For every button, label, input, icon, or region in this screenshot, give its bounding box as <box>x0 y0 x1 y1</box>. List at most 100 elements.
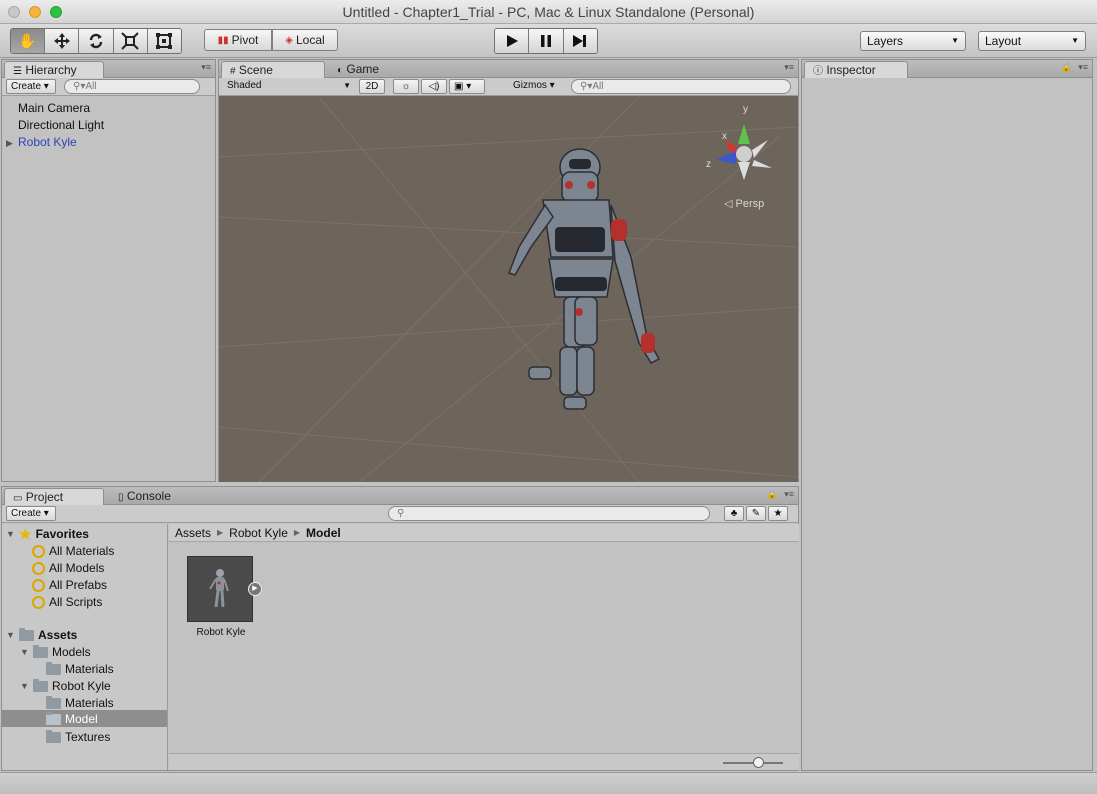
expand-arrow-icon: ▼ <box>20 647 29 657</box>
minimize-window-button[interactable] <box>29 6 41 18</box>
expand-arrow-icon: ▼ <box>20 681 29 691</box>
layout-dropdown[interactable]: Layout ▼ <box>978 31 1086 51</box>
tree-item-robot-kyle[interactable]: ▼ Robot Kyle <box>20 678 111 694</box>
star-icon: ★ <box>773 508 783 519</box>
hierarchy-panel: ☰ Hierarchy ▾≡ Create ▾ ⚲▾All Main Camer… <box>1 59 216 482</box>
hierarchy-item-robot-kyle[interactable]: Robot Kyle <box>18 135 77 149</box>
project-tree: ▼ ★ Favorites All Materials All Models All… <box>2 524 168 770</box>
scale-tool-button[interactable] <box>113 29 148 53</box>
move-icon <box>53 33 70 49</box>
tree-item-all-materials[interactable]: All Materials <box>32 543 114 559</box>
tab-hierarchy[interactable]: ☰ Hierarchy <box>4 61 104 78</box>
tree-item-all-prefabs[interactable]: All Prefabs <box>32 577 107 593</box>
scene-tabbar: # Scene ◐ Game ▾≡ <box>219 60 798 78</box>
folder-icon <box>33 644 48 658</box>
scene-panel: # Scene ◐ Game ▾≡ Shaded ▼ 2D ☼ ◁) ▣ ▾ Gi… <box>218 59 799 482</box>
project-subbar: Create ▾ ⚲ ♣ ✎ ★ <box>2 505 798 523</box>
panel-menu-icon[interactable]: ▾≡ <box>1078 62 1088 73</box>
rect-tool-button[interactable] <box>147 29 181 53</box>
search-icon: ⚲ <box>397 508 405 519</box>
filter-type-button[interactable]: ♣ <box>724 506 744 521</box>
scene-search-input[interactable]: ⚲▾All <box>571 79 791 94</box>
close-window-button[interactable] <box>8 6 20 18</box>
hierarchy-item-directional-light[interactable]: Directional Light <box>18 118 104 132</box>
transform-tools: ✋ <box>10 28 182 54</box>
local-toggle[interactable]: ◈ Local <box>272 29 338 51</box>
expand-arrow-icon: ▼ <box>6 529 15 539</box>
gizmo-x-label: x <box>722 131 727 142</box>
shapes-icon: ♣ <box>730 508 738 519</box>
breadcrumb-assets[interactable]: Assets <box>175 526 211 540</box>
tree-item-models[interactable]: ▼ Models <box>20 644 91 660</box>
hand-tool-button[interactable]: ✋ <box>11 29 46 53</box>
maximize-window-button[interactable] <box>50 6 62 18</box>
hierarchy-item-main-camera[interactable]: Main Camera <box>18 101 90 115</box>
tree-item-models-materials[interactable]: Materials <box>46 661 114 677</box>
hierarchy-create-button[interactable]: Create ▾ <box>6 79 56 94</box>
layers-dropdown[interactable]: Layers ▼ <box>860 31 966 51</box>
tab-inspector[interactable]: ⓘ Inspector <box>804 61 908 78</box>
expand-asset-button[interactable]: ▶ <box>248 582 262 596</box>
tab-scene[interactable]: # Scene <box>221 61 325 78</box>
local-icon: ◈ <box>285 34 293 46</box>
favorite-button[interactable]: ★ <box>768 506 788 521</box>
breadcrumb-robot-kyle[interactable]: Robot Kyle <box>229 526 288 540</box>
list-icon: ☰ <box>13 66 22 77</box>
search-icon <box>32 544 45 558</box>
info-icon: ⓘ <box>813 66 823 77</box>
step-button[interactable] <box>563 29 597 53</box>
asset-thumbnail[interactable] <box>187 556 253 622</box>
panel-menu-icon[interactable]: ▾≡ <box>784 489 794 500</box>
scene-viewport[interactable]: y x z ◁ Persp <box>219 97 798 482</box>
search-icon <box>32 595 45 609</box>
expand-arrow-icon: ▼ <box>6 630 15 640</box>
tree-item-rk-model[interactable]: Model <box>46 711 98 727</box>
lock-icon[interactable]: 🔒 <box>1061 62 1072 73</box>
zoom-slider-thumb[interactable] <box>753 757 764 768</box>
lighting-toggle-button[interactable]: ☼ <box>393 79 419 94</box>
tree-item-all-models[interactable]: All Models <box>32 560 104 576</box>
pause-icon <box>540 35 551 47</box>
expand-arrow-icon[interactable]: ▶ <box>6 138 13 149</box>
persp-label[interactable]: ◁ Persp <box>724 198 764 210</box>
chevron-right-icon: ▶ <box>217 528 224 537</box>
2d-toggle-button[interactable]: 2D <box>359 79 385 94</box>
project-create-button[interactable]: Create ▾ <box>6 506 56 521</box>
search-icon: ⚲▾ <box>73 81 86 92</box>
tree-item-rk-materials[interactable]: Materials <box>46 695 114 711</box>
tab-game[interactable]: ◐ Game <box>329 61 409 78</box>
panel-menu-icon[interactable]: ▾≡ <box>201 62 211 73</box>
tab-console[interactable]: ▯ Console <box>110 488 200 505</box>
project-search-input[interactable]: ⚲ <box>388 506 710 521</box>
tree-item-rk-textures[interactable]: Textures <box>46 729 110 745</box>
effects-dropdown[interactable]: ▣ ▾ <box>449 79 485 94</box>
audio-toggle-button[interactable]: ◁) <box>421 79 447 94</box>
breadcrumb-model[interactable]: Model <box>306 526 341 540</box>
tree-favorites[interactable]: ▼ ★ Favorites <box>6 526 89 542</box>
hierarchy-search-input[interactable]: ⚲▾All <box>64 79 200 94</box>
folder-icon <box>19 627 34 641</box>
status-bar <box>0 772 1097 794</box>
play-button[interactable] <box>495 29 530 53</box>
lock-icon[interactable]: 🔒 <box>767 489 778 500</box>
tag-icon: ✎ <box>751 508 761 519</box>
move-tool-button[interactable] <box>45 29 80 53</box>
pivot-toggle[interactable]: ▮▮ Pivot <box>204 29 272 51</box>
panel-menu-icon[interactable]: ▾≡ <box>784 62 794 73</box>
tree-assets[interactable]: ▼ Assets <box>6 627 77 643</box>
sun-icon: ☼ <box>401 81 411 92</box>
folder-icon <box>33 678 48 692</box>
image-icon: ▣ ▾ <box>454 81 472 92</box>
inspector-panel: ⓘ Inspector 🔒 ▾≡ <box>801 59 1093 771</box>
rotate-icon <box>89 33 103 49</box>
speaker-icon: ◁) <box>428 81 440 92</box>
gizmo-z-label: z <box>706 159 711 170</box>
dropdown-arrow-icon: ▼ <box>951 36 959 45</box>
shading-mode-dropdown[interactable]: Shaded ▼ <box>223 79 353 94</box>
filter-label-button[interactable]: ✎ <box>746 506 766 521</box>
pause-button[interactable] <box>529 29 564 53</box>
tree-item-all-scripts[interactable]: All Scripts <box>32 594 102 610</box>
rotate-tool-button[interactable] <box>79 29 114 53</box>
tab-project[interactable]: ▭ Project <box>4 488 104 505</box>
gizmos-dropdown[interactable]: Gizmos ▾ <box>509 79 563 94</box>
